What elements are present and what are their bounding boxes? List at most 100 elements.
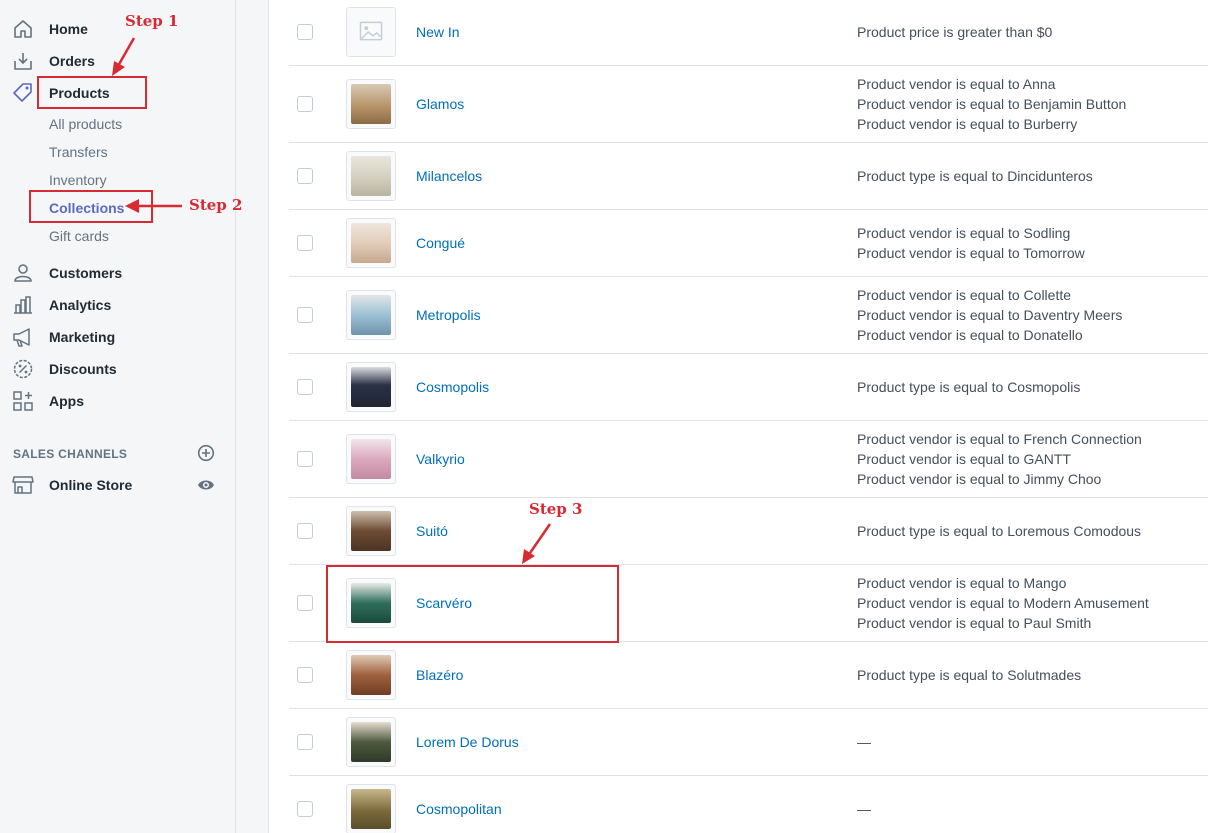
collection-thumbnail [346, 434, 396, 484]
collection-name[interactable]: Metropolis [416, 307, 481, 323]
collection-conditions: Product type is equal to Dincidunteros [857, 166, 1093, 186]
row-checkbox[interactable] [297, 24, 313, 40]
condition: Product type is equal to Dincidunteros [857, 168, 1093, 184]
sub-inventory[interactable]: Inventory [49, 172, 107, 188]
collection-thumbnail [346, 7, 396, 57]
nav-apps-label: Apps [49, 393, 84, 409]
nav-analytics-label: Analytics [49, 297, 112, 313]
collection-conditions: Product vendor is equal to French Connec… [857, 429, 1142, 489]
sidebar: Home Orders Products All products Transf… [0, 0, 236, 833]
collection-row[interactable]: Congué Product vendor is equal to Sodlin… [289, 210, 1208, 277]
row-checkbox[interactable] [297, 379, 313, 395]
nav-home[interactable]: Home [0, 14, 236, 44]
collection-thumbnail [346, 506, 396, 556]
condition: Product type is equal to Cosmopolis [857, 379, 1081, 395]
condition: Product price is greater than $0 [857, 24, 1053, 40]
collection-conditions: Product type is equal to Loremous Comodo… [857, 521, 1141, 541]
condition: Product vendor is equal to Mango [857, 575, 1067, 591]
collection-name[interactable]: Suitó [416, 523, 448, 539]
collection-row[interactable]: Glamos Product vendor is equal to Anna P… [289, 66, 1208, 143]
step2-highlight-box [29, 190, 153, 223]
person-icon [14, 264, 32, 282]
image-placeholder-icon [359, 21, 383, 41]
row-checkbox[interactable] [297, 523, 313, 539]
condition: Product vendor is equal to Sodling [857, 225, 1071, 241]
row-checkbox[interactable] [297, 307, 313, 323]
collection-conditions: Product vendor is equal to Mango Product… [857, 573, 1149, 633]
add-channel-icon[interactable] [197, 444, 215, 462]
bar-chart-icon [14, 296, 32, 314]
collection-row[interactable]: Milancelos Product type is equal to Dinc… [289, 143, 1208, 210]
condition: Product vendor is equal to Tomorrow [857, 245, 1085, 261]
step3-highlight-box [326, 565, 619, 643]
condition: Product vendor is equal to Paul Smith [857, 615, 1092, 631]
nav-orders[interactable]: Orders [0, 46, 236, 76]
step1-label: Step 1 [125, 12, 179, 30]
row-checkbox[interactable] [297, 451, 313, 467]
condition: Product vendor is equal to Collette [857, 287, 1072, 303]
condition: Product vendor is equal to Donatello [857, 327, 1083, 343]
orders-icon [14, 53, 32, 70]
collection-row[interactable]: Lorem De Dorus — [289, 709, 1208, 776]
collection-conditions: — [857, 732, 871, 752]
tag-icon [13, 83, 32, 102]
condition: Product vendor is equal to Burberry [857, 116, 1078, 132]
nav-online-store-label: Online Store [49, 477, 133, 493]
collection-conditions: Product vendor is equal to Collette Prod… [857, 285, 1122, 345]
collection-thumbnail [346, 650, 396, 700]
nav-discounts[interactable]: Discounts [0, 354, 236, 384]
collection-name[interactable]: Cosmopolis [416, 379, 489, 395]
row-checkbox[interactable] [297, 96, 313, 112]
sub-transfers[interactable]: Transfers [49, 144, 108, 160]
nav-customers[interactable]: Customers [0, 258, 236, 288]
collection-conditions: Product price is greater than $0 [857, 22, 1052, 42]
row-checkbox[interactable] [297, 235, 313, 251]
condition: Product vendor is equal to Modern Amusem… [857, 595, 1149, 611]
row-checkbox[interactable] [297, 595, 313, 611]
row-checkbox[interactable] [297, 667, 313, 683]
condition: Product vendor is equal to Benjamin Butt… [857, 96, 1127, 112]
collection-name[interactable]: Congué [416, 235, 465, 251]
condition: Product type is equal to Solutmades [857, 667, 1082, 683]
condition: Product vendor is equal to French Connec… [857, 431, 1142, 447]
collection-row[interactable]: New In Product price is greater than $0 [289, 0, 1208, 66]
apps-icon [13, 391, 33, 411]
collection-name[interactable]: Milancelos [416, 168, 482, 184]
sub-gift-cards[interactable]: Gift cards [49, 228, 109, 244]
collection-thumbnail [346, 79, 396, 129]
collection-row[interactable]: Cosmopolis Product type is equal to Cosm… [289, 354, 1208, 421]
nav-apps[interactable]: Apps [0, 386, 236, 416]
step2-label: Step 2 [189, 196, 243, 214]
row-checkbox[interactable] [297, 168, 313, 184]
collection-row[interactable]: Blazéro Product type is equal to Solutma… [289, 642, 1208, 709]
step3-label: Step 3 [529, 500, 583, 518]
collection-row[interactable]: Cosmopolitan — [289, 776, 1208, 833]
sub-all-products[interactable]: All products [49, 116, 122, 132]
collection-name[interactable]: New In [416, 24, 460, 40]
collection-conditions: Product type is equal to Solutmades [857, 665, 1081, 685]
collection-row[interactable]: Metropolis Product vendor is equal to Co… [289, 277, 1208, 354]
collection-thumbnail [346, 151, 396, 201]
row-checkbox[interactable] [297, 801, 313, 817]
collection-name[interactable]: Lorem De Dorus [416, 734, 519, 750]
collection-name[interactable]: Glamos [416, 96, 464, 112]
nav-customers-label: Customers [49, 265, 123, 281]
collection-conditions: Product vendor is equal to Anna Product … [857, 74, 1126, 134]
nav-marketing[interactable]: Marketing [0, 322, 236, 352]
collection-name[interactable]: Valkyrio [416, 451, 465, 467]
eye-icon[interactable] [197, 477, 215, 493]
collection-conditions: Product vendor is equal to Sodling Produ… [857, 223, 1085, 263]
step1-highlight-box [37, 76, 147, 109]
collection-name[interactable]: Cosmopolitan [416, 801, 502, 817]
collection-row[interactable]: Suitó Product type is equal to Loremous … [289, 498, 1208, 565]
condition: — [857, 734, 871, 750]
row-checkbox[interactable] [297, 734, 313, 750]
collection-name[interactable]: Blazéro [416, 667, 463, 683]
discount-icon [13, 359, 33, 379]
collection-row[interactable]: Valkyrio Product vendor is equal to Fren… [289, 421, 1208, 498]
megaphone-icon [13, 328, 30, 347]
nav-analytics[interactable]: Analytics [0, 290, 236, 320]
home-icon [14, 20, 32, 38]
collection-conditions: Product type is equal to Cosmopolis [857, 377, 1080, 397]
collections-list: New In Product price is greater than $0 … [268, 0, 1208, 833]
